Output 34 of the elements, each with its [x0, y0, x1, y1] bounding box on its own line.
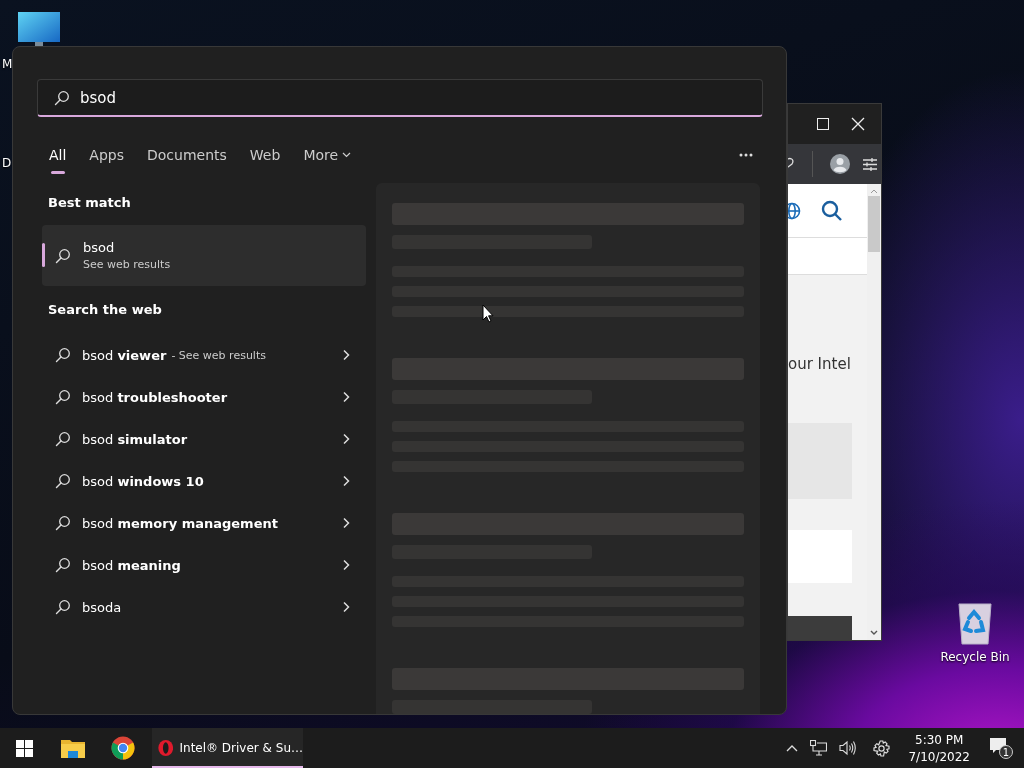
- notification-count: 1: [999, 745, 1013, 759]
- desktop-icon-label[interactable]: M: [2, 57, 13, 71]
- search-field[interactable]: bsod: [37, 79, 763, 117]
- suggestion-hint: - See web results: [171, 348, 266, 362]
- best-match-result[interactable]: bsod See web results: [42, 225, 366, 286]
- tab[interactable]: Documents: [147, 140, 227, 170]
- search-input[interactable]: bsod: [80, 88, 680, 107]
- suggestion-text: bsod troubleshooter: [82, 389, 228, 405]
- tab[interactable]: More: [303, 140, 352, 170]
- result-subtitle: See web results: [83, 258, 171, 271]
- tab[interactable]: Web: [249, 140, 281, 170]
- web-suggestion[interactable]: bsod memory management: [42, 502, 366, 544]
- clock-time[interactable]: 5:30 PM: [915, 732, 964, 747]
- page-text: our Intel: [788, 355, 852, 374]
- suggestion-text: bsod viewer: [82, 347, 167, 363]
- section-heading: Search the web: [48, 302, 163, 319]
- web-suggestion[interactable]: bsoda: [42, 586, 366, 628]
- desktop-icon-label[interactable]: D: [2, 156, 12, 170]
- suggestion-text: bsoda: [82, 599, 122, 615]
- web-suggestion[interactable]: bsod meaning: [42, 544, 366, 586]
- web-suggestion[interactable]: bsod viewer - See web results: [42, 334, 366, 376]
- web-suggestion[interactable]: bsod windows 10: [42, 460, 366, 502]
- suggestion-text: bsod memory management: [82, 515, 278, 531]
- suggestion-text: bsod simulator: [82, 431, 188, 447]
- taskbar-window-button[interactable]: Intel® Driver & Su…: [152, 728, 303, 768]
- web-suggestion[interactable]: bsod simulator: [42, 418, 366, 460]
- web-suggestion[interactable]: bsod troubleshooter: [42, 376, 366, 418]
- suggestion-text: bsod windows 10: [82, 473, 204, 489]
- section-heading: Best match: [48, 195, 132, 212]
- suggestion-text: bsod meaning: [82, 557, 181, 573]
- clock-date[interactable]: 7/10/2022: [908, 749, 970, 764]
- desktop-icon-label[interactable]: Recycle Bin: [940, 650, 1010, 664]
- tab[interactable]: Apps: [89, 140, 124, 170]
- result-title: bsod: [83, 240, 116, 255]
